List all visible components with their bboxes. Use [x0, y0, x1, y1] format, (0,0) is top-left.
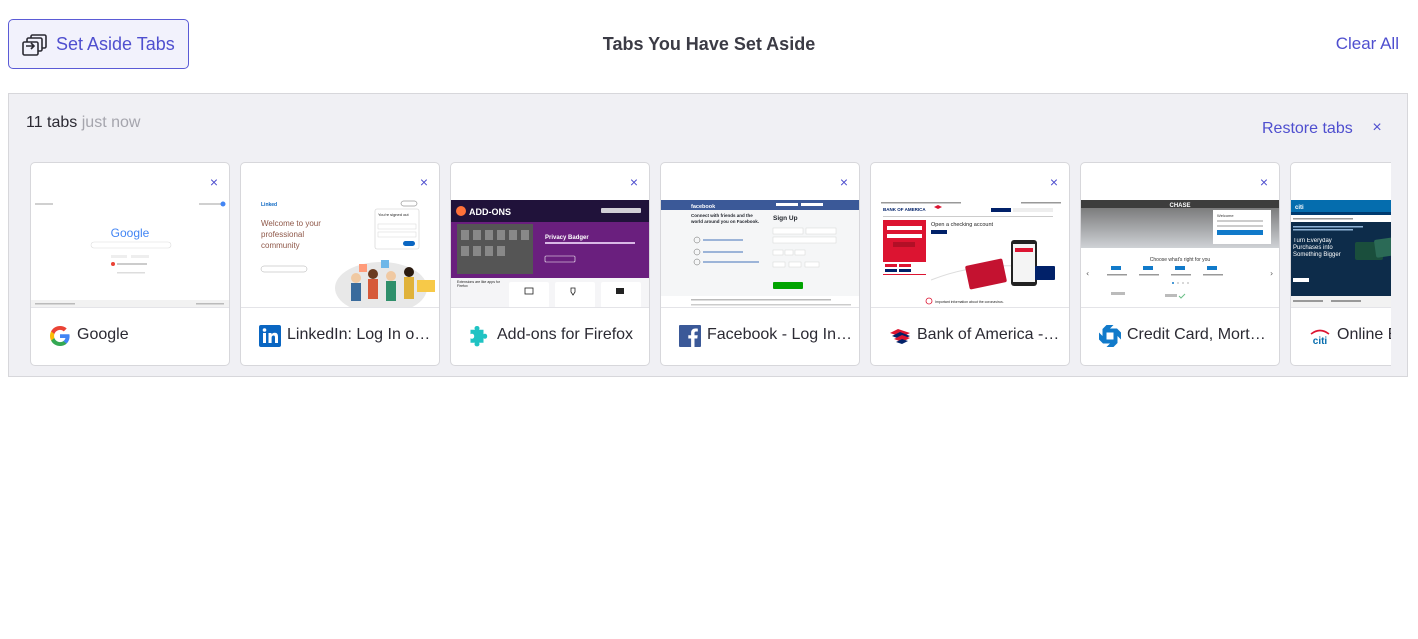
- card-footer: Credit Card, Mortgage, Banking: [1081, 308, 1279, 365]
- card-title: Credit Card, Mortgage, Banking: [1127, 326, 1273, 343]
- card-close-icon[interactable]: ×: [208, 175, 220, 189]
- puzzle-piece-icon: [470, 326, 488, 347]
- tab-group-count: 11 tabs just now: [26, 114, 140, 132]
- tab-thumbnail: Linked Welcome to your professional comm…: [241, 200, 439, 308]
- citi-icon: citi: [1310, 329, 1330, 347]
- tab-thumbnail: facebook Connect with friends and the wo…: [661, 200, 859, 308]
- tab-card-addons[interactable]: × ADD-ONS Privacy Badger Extensions are …: [450, 162, 650, 366]
- thumb-chase-choose: Choose what's right for you: [1150, 257, 1211, 263]
- card-title: Add-ons for Firefox: [497, 326, 634, 343]
- tab-card-bank-of-america[interactable]: × BANK OF AMERICA Open a checking accoun…: [870, 162, 1070, 366]
- tab-card-linkedin[interactable]: × Linked Welcome to your professional co…: [240, 162, 440, 366]
- card-close-icon[interactable]: ×: [838, 175, 850, 189]
- card-title: Facebook - Log In or Sign Up: [707, 326, 853, 343]
- card-footer: LinkedIn: Log In or Sign Up: [241, 308, 439, 365]
- clear-all-button[interactable]: Clear All: [1336, 34, 1399, 54]
- thumb-linkedin-welcome: Welcome to your professional community: [261, 219, 321, 250]
- page-header: Set Aside Tabs Tabs You Have Set Aside C…: [0, 0, 1418, 90]
- thumb-linkedin-logo: Linked: [261, 202, 277, 208]
- facebook-icon: [679, 325, 701, 347]
- card-title: Online Banking: [1337, 326, 1391, 343]
- thumb-facebook-logo: facebook: [691, 204, 716, 210]
- tab-card-chase[interactable]: × CHASE Welcome Choose what's right for …: [1080, 162, 1280, 366]
- linkedin-icon: [259, 325, 281, 347]
- bank-of-america-flag-icon: [890, 329, 910, 344]
- card-close-icon[interactable]: ×: [1258, 175, 1270, 189]
- card-close-icon[interactable]: ×: [1048, 175, 1060, 189]
- thumb-chase-logo: CHASE: [1169, 203, 1190, 209]
- card-footer: Add-ons for Firefox: [451, 308, 649, 365]
- card-close-icon[interactable]: ×: [628, 175, 640, 189]
- card-footer: Bank of America - Banking: [871, 308, 1069, 365]
- tab-thumbnail: CHASE Welcome Choose what's right for yo…: [1081, 200, 1279, 308]
- tab-group-time: just now: [81, 114, 141, 131]
- chase-octagon-icon: [1099, 325, 1121, 347]
- thumb-addons-banner: ADD-ONS: [469, 207, 511, 217]
- tab-card-citi[interactable]: × citi Turn Everyday Purchases into Some…: [1290, 162, 1391, 366]
- card-title: Google: [77, 326, 129, 343]
- thumb-google-logo: Google: [111, 226, 150, 240]
- thumb-citi-headline: Turn Everyday Purchases into Something B…: [1293, 238, 1341, 258]
- card-title: Bank of America - Banking: [917, 326, 1063, 343]
- thumb-addons-tagline: Extensions are like apps for Firefox: [457, 280, 500, 288]
- thumb-citi-logo: citi: [1295, 205, 1304, 211]
- tab-card-facebook[interactable]: × facebook Connect with friends and the …: [660, 162, 860, 366]
- card-footer: Google: [31, 308, 229, 365]
- card-close-icon[interactable]: ×: [418, 175, 430, 189]
- tab-group: 11 tabs just now Restore tabs × × Google: [8, 93, 1408, 377]
- thumb-boa-logo: BANK OF AMERICA: [883, 207, 926, 212]
- svg-text:‹: ‹: [1086, 269, 1089, 278]
- tab-cards-row: × Google Google × Linked Welcome to your…: [30, 162, 1391, 367]
- tab-card-google[interactable]: × Google Google: [30, 162, 230, 366]
- tab-count-label: 11 tabs: [26, 114, 78, 131]
- card-footer: citi Online Banking: [1291, 308, 1391, 365]
- thumb-linkedin-signin: You're signed out: [378, 212, 410, 217]
- card-title: LinkedIn: Log In or Sign Up: [287, 326, 433, 343]
- restore-tabs-button[interactable]: Restore tabs: [1262, 120, 1353, 138]
- thumb-facebook-tagline: Connect with friends and the world aroun…: [691, 213, 760, 224]
- tab-thumbnail: ADD-ONS Privacy Badger Extensions are li…: [451, 200, 649, 308]
- thumb-addons-feature: Privacy Badger: [545, 235, 589, 241]
- card-footer: Facebook - Log In or Sign Up: [661, 308, 859, 365]
- thumb-boa-alert: Important information about the coronavi…: [935, 300, 1004, 304]
- thumb-facebook-signup: Sign Up: [773, 215, 798, 222]
- svg-text:›: ›: [1270, 269, 1273, 278]
- tab-thumbnail: citi Turn Everyday Purchases into Someth…: [1291, 200, 1391, 308]
- thumb-chase-welcome: Welcome: [1217, 213, 1234, 218]
- google-g-icon: [50, 326, 70, 346]
- svg-text:citi: citi: [1313, 336, 1328, 347]
- thumb-boa-headline: Open a checking account: [931, 222, 994, 228]
- tab-thumbnail: Google: [31, 200, 229, 308]
- page-title: Tabs You Have Set Aside: [602, 34, 816, 54]
- tab-thumbnail: BANK OF AMERICA Open a checking account: [871, 200, 1069, 308]
- remove-group-close-icon[interactable]: ×: [1369, 119, 1385, 137]
